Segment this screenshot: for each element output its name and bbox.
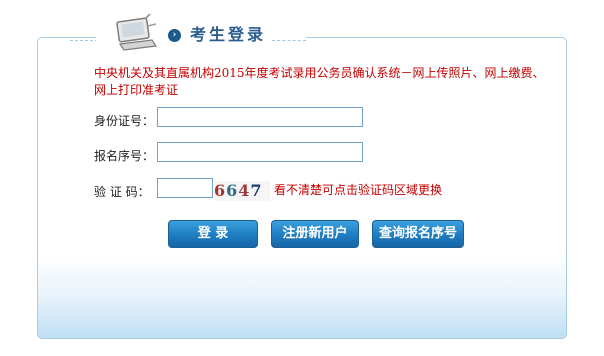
captcha-digit: 6	[214, 181, 227, 200]
captcha-input[interactable]	[157, 178, 213, 198]
computer-icon	[116, 14, 158, 51]
login-button[interactable]: 登 录	[168, 220, 258, 248]
captcha-label: 验 证 码：	[94, 185, 150, 199]
id-number-input[interactable]	[157, 107, 363, 127]
captcha-digit: 6	[226, 181, 239, 200]
captcha-digit: 7	[250, 181, 263, 200]
captcha-hint[interactable]: 看不清楚可点击验证码区域更换	[274, 182, 442, 198]
notice-text: 中央机关及其直属机构2015年度考试录用公务员确认系统－网上传照片、网上缴费、网…	[94, 66, 545, 97]
chevron-right-icon: ›	[168, 29, 181, 42]
query-registration-button[interactable]: 查询报名序号	[372, 220, 464, 248]
captcha-digit: 4	[238, 181, 251, 200]
registration-number-input[interactable]	[157, 142, 363, 162]
header-decor-line-right	[272, 40, 306, 41]
register-button[interactable]: 注册新用户	[271, 220, 359, 248]
id-number-label: 身份证号：	[94, 114, 155, 128]
registration-number-label: 报名序号：	[94, 149, 155, 163]
captcha-image[interactable]: 6647	[214, 181, 270, 201]
page-title: 考生登录	[190, 25, 267, 44]
